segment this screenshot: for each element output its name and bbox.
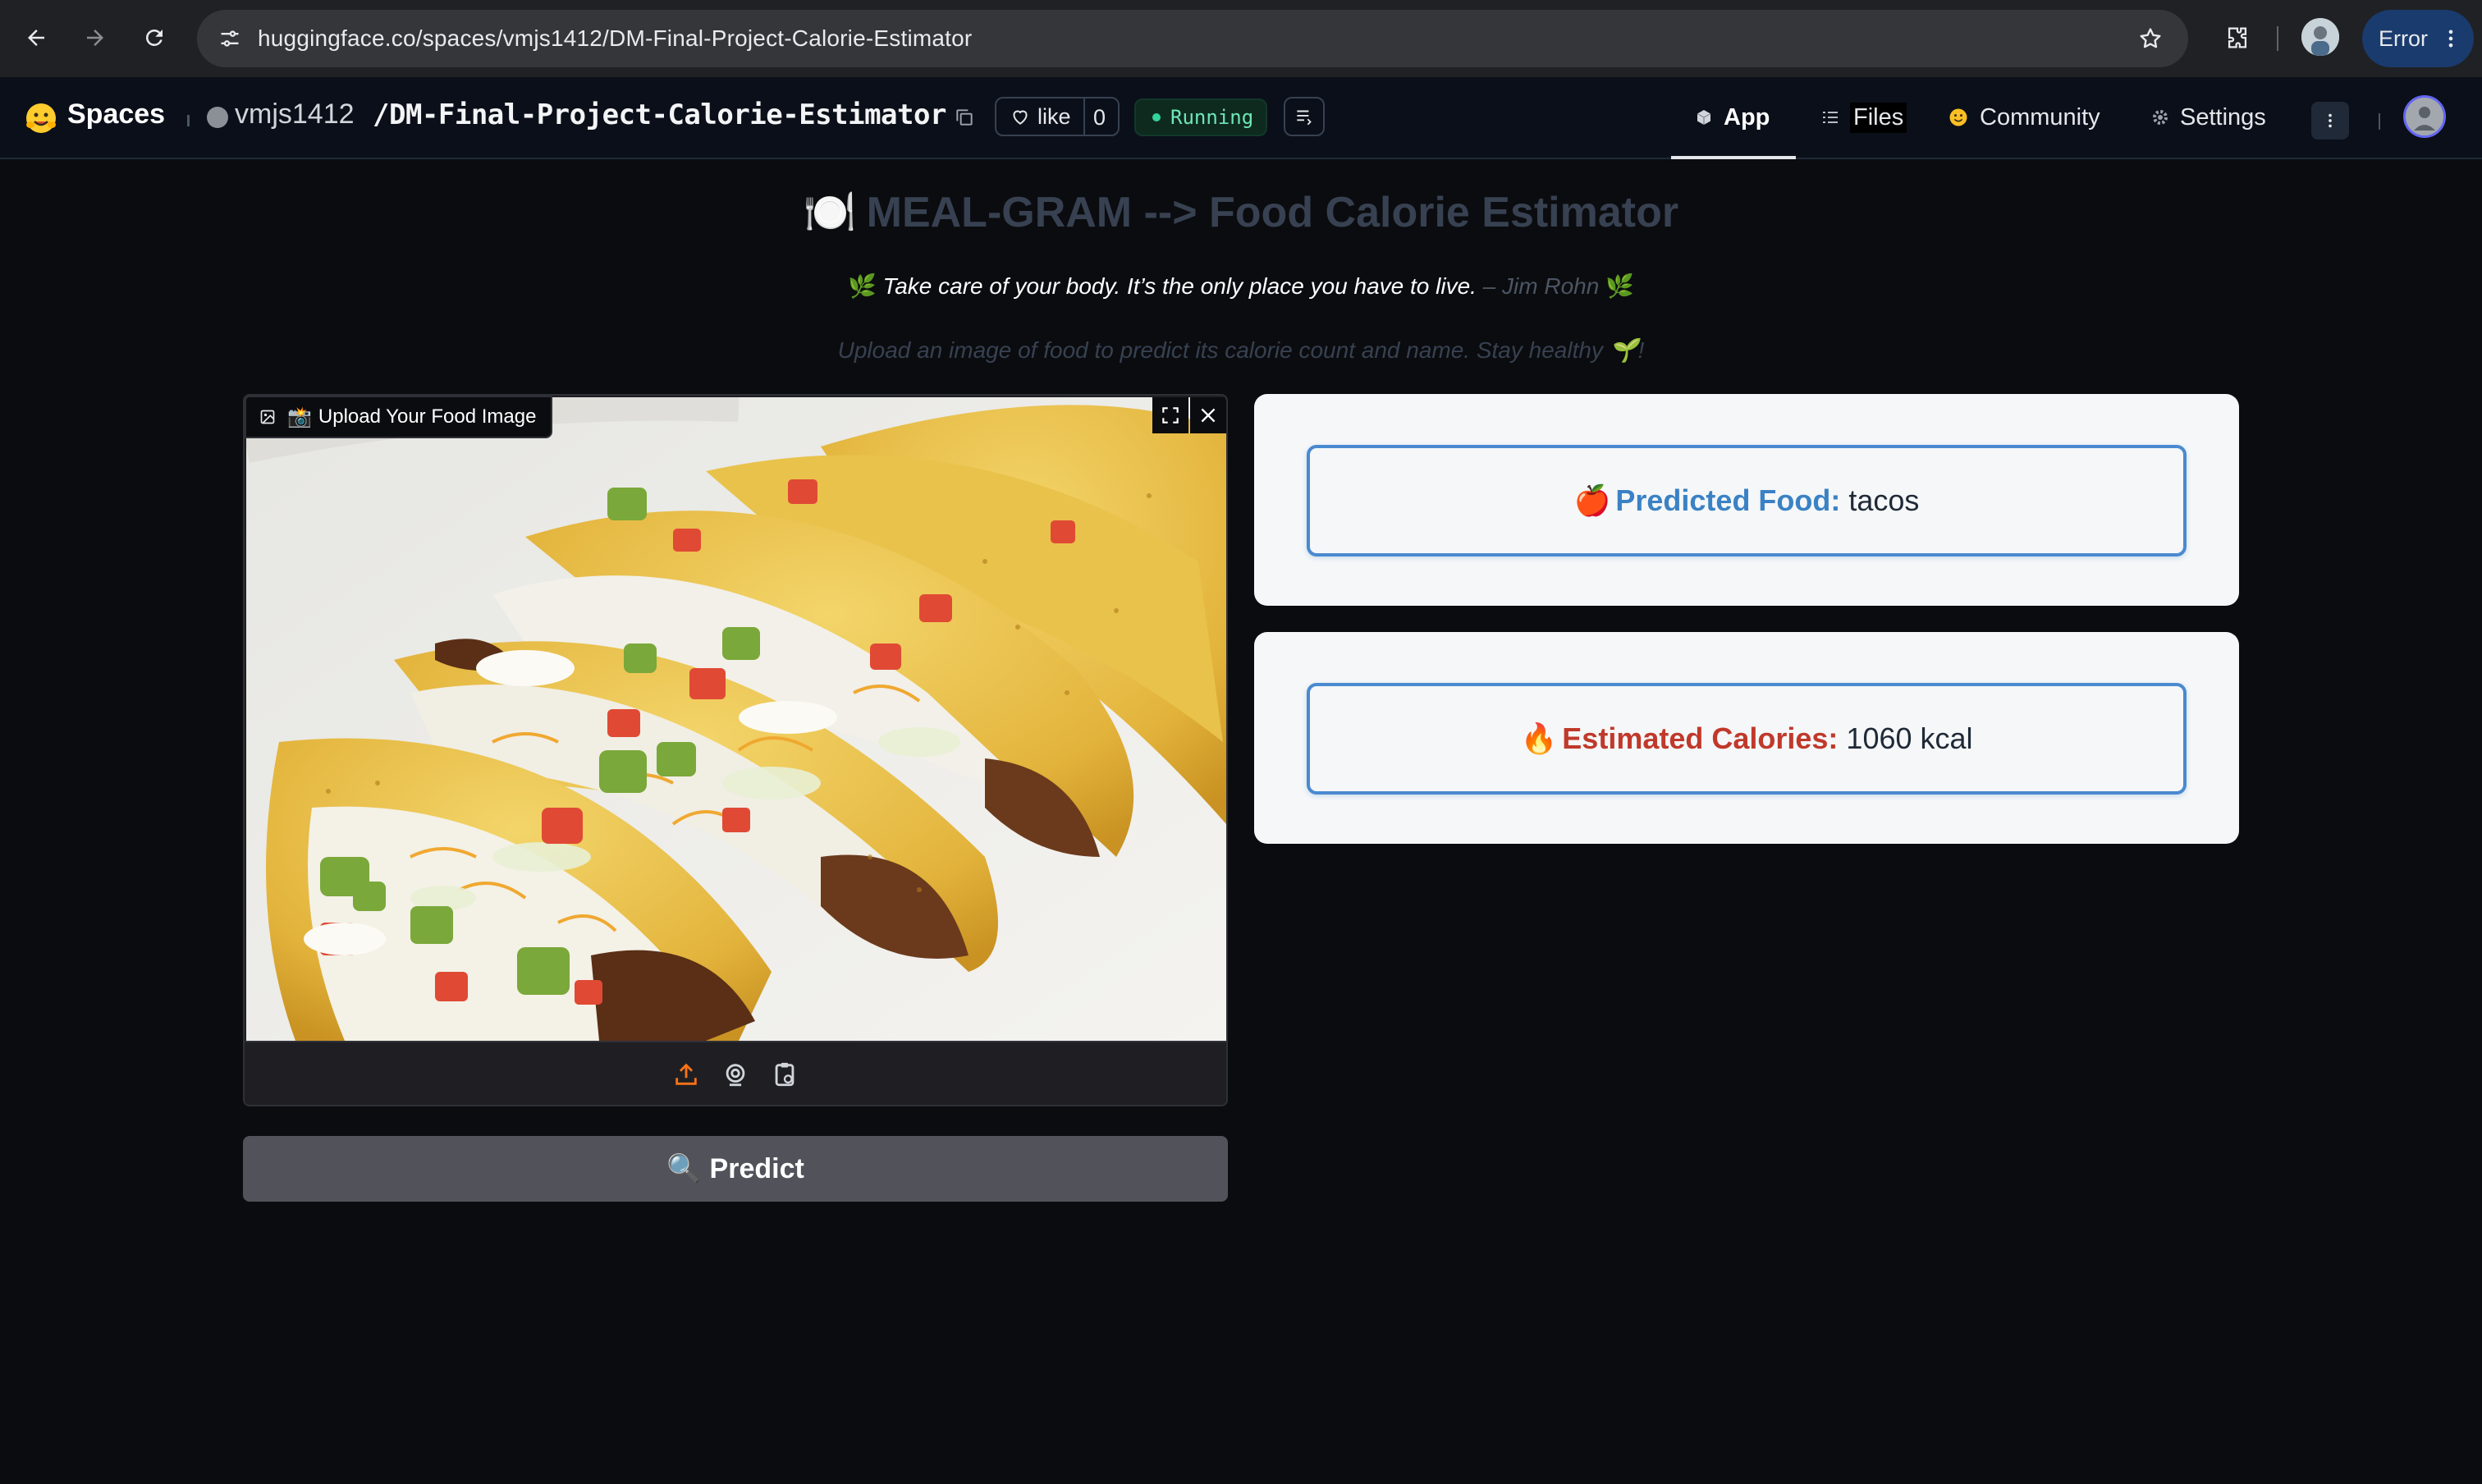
logs-icon bbox=[1297, 110, 1312, 126]
image-upload-panel[interactable]: 📸 Upload Your Food Image bbox=[243, 394, 1228, 1106]
tab-settings-label: Settings bbox=[2180, 103, 2266, 131]
magnifier-emoji: 🔍 bbox=[666, 1153, 702, 1184]
fullscreen-icon bbox=[1162, 407, 1179, 424]
upload-icon[interactable] bbox=[672, 1060, 700, 1088]
gradio-app: 🍽️ MEAL-GRAM --> Food Calorie Estimator 🌿… bbox=[0, 161, 2482, 1484]
page-title-text: MEAL-GRAM --> Food Calorie Estimator bbox=[866, 189, 1679, 236]
camera-emoji: 📸 bbox=[287, 405, 312, 428]
like-divider bbox=[1083, 98, 1085, 135]
predicted-food-value: tacos bbox=[1848, 483, 1920, 517]
clear-image-button[interactable] bbox=[1190, 397, 1226, 433]
tab-community-label: Community bbox=[1980, 103, 2100, 131]
predicted-food-card: 🍎 Predicted Food: tacos bbox=[1254, 394, 2239, 606]
quote-text: Take care of your body. It’s the only pl… bbox=[882, 273, 1477, 299]
upload-label: 📸 Upload Your Food Image bbox=[245, 396, 553, 438]
browser-toolbar: huggingface.co/spaces/vmjs1412/DM-Final-… bbox=[0, 0, 2482, 77]
status-badge[interactable]: Running bbox=[1134, 98, 1267, 136]
copy-icon[interactable] bbox=[954, 107, 975, 128]
apple-emoji: 🍎 bbox=[1573, 483, 1611, 517]
estimated-calories-output: 🔥 Estimated Calories: 1060 kcal bbox=[1307, 683, 2187, 795]
reload-icon bbox=[146, 29, 163, 46]
files-icon bbox=[1820, 108, 1840, 127]
user-avatar[interactable] bbox=[2403, 95, 2446, 138]
webcam-icon[interactable] bbox=[721, 1060, 749, 1088]
tab-files-label: Files bbox=[1850, 102, 1907, 133]
plate-emoji: 🍽️ bbox=[803, 189, 857, 236]
quote-author: – Jim Rohn bbox=[1482, 273, 1600, 299]
toolbar-divider bbox=[2277, 26, 2278, 51]
site-info-icon[interactable] bbox=[212, 21, 248, 57]
hugging-face-logo-icon[interactable] bbox=[25, 102, 57, 135]
predicted-food-output: 🍎 Predicted Food: tacos bbox=[1307, 445, 2187, 556]
predict-label: Predict bbox=[709, 1152, 804, 1184]
arrow-right-icon bbox=[87, 30, 103, 46]
predict-button[interactable]: 🔍 Predict bbox=[243, 1136, 1228, 1202]
header-divider bbox=[187, 115, 190, 126]
forward-button[interactable] bbox=[71, 13, 120, 62]
cube-icon bbox=[1694, 108, 1714, 127]
reload-button[interactable] bbox=[130, 13, 179, 62]
close-icon bbox=[1201, 408, 1216, 423]
tab-community[interactable]: Community bbox=[1947, 77, 2100, 158]
tab-settings[interactable]: Settings bbox=[2150, 77, 2266, 158]
estimated-calories-value: 1060 kcal bbox=[1846, 721, 1973, 755]
like-label: like bbox=[1037, 103, 1071, 129]
owner-link[interactable]: vmjs1412 bbox=[235, 98, 355, 131]
header-divider bbox=[2379, 113, 2380, 130]
leaf-emoji: 🌿 bbox=[848, 273, 877, 299]
like-button[interactable]: like 0 bbox=[995, 97, 1120, 136]
tab-app[interactable]: App bbox=[1694, 77, 1770, 158]
tab-app-label: App bbox=[1724, 103, 1770, 131]
owner-avatar bbox=[207, 107, 228, 128]
clipboard-icon[interactable] bbox=[771, 1060, 799, 1088]
profile-avatar[interactable] bbox=[2301, 18, 2339, 56]
logs-button[interactable] bbox=[1284, 97, 1325, 136]
status-text: Running bbox=[1170, 106, 1254, 129]
profile-error-button[interactable]: Error bbox=[2362, 10, 2474, 67]
subtitle: Upload an image of food to predict its c… bbox=[837, 337, 1645, 363]
arrow-left-icon bbox=[28, 30, 44, 46]
gear-icon bbox=[2150, 108, 2170, 127]
quote: 🌿 Take care of your body. It’s the only … bbox=[0, 273, 2482, 300]
estimated-calories-card: 🔥 Estimated Calories: 1060 kcal bbox=[1254, 632, 2239, 844]
upload-label-text: Upload Your Food Image bbox=[318, 405, 537, 428]
status-dot bbox=[1152, 113, 1161, 121]
more-options-button[interactable] bbox=[2311, 102, 2349, 140]
image-icon bbox=[259, 409, 276, 425]
fire-emoji: 🔥 bbox=[1520, 721, 1558, 755]
hf-header: Spaces vmjs1412 /DM-Final-Project-Calori… bbox=[0, 77, 2482, 159]
page-title: 🍽️ MEAL-GRAM --> Food Calorie Estimator bbox=[0, 187, 2482, 237]
extensions-icon[interactable] bbox=[2213, 13, 2262, 62]
back-button[interactable] bbox=[11, 13, 61, 62]
leaf-emoji: 🌿 bbox=[1605, 273, 1634, 299]
tab-files[interactable]: Files bbox=[1820, 77, 1907, 158]
spaces-link[interactable]: Spaces bbox=[67, 98, 165, 131]
food-image bbox=[246, 397, 1226, 1041]
active-tab-indicator bbox=[1671, 156, 1796, 159]
error-label: Error bbox=[2379, 25, 2428, 51]
kebab-menu-icon bbox=[2329, 113, 2332, 128]
predicted-food-key: Predicted Food: bbox=[1615, 483, 1841, 517]
fullscreen-button[interactable] bbox=[1152, 397, 1188, 433]
image-source-toolbar bbox=[245, 1041, 1226, 1105]
url-text[interactable]: huggingface.co/spaces/vmjs1412/DM-Final-… bbox=[258, 10, 972, 67]
repo-name-link[interactable]: /DM-Final-Project-Calorie-Estimator bbox=[373, 98, 946, 131]
bookmark-star-icon[interactable] bbox=[2132, 21, 2168, 57]
heart-icon bbox=[1010, 106, 1031, 127]
like-count: 0 bbox=[1093, 105, 1106, 130]
address-bar[interactable]: huggingface.co/spaces/vmjs1412/DM-Final-… bbox=[197, 10, 2188, 67]
community-icon bbox=[1947, 106, 1970, 129]
estimated-calories-key: Estimated Calories: bbox=[1562, 721, 1839, 755]
kebab-menu-icon bbox=[2448, 30, 2453, 48]
